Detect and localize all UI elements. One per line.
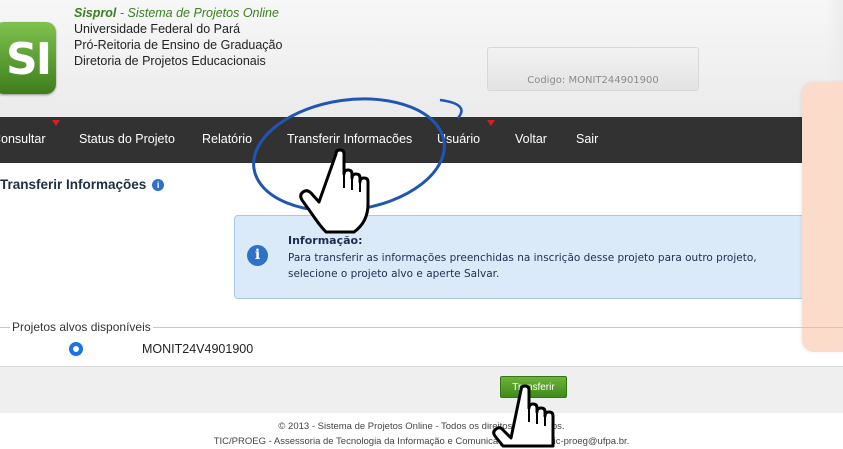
university-name: Universidade Federal do Pará bbox=[74, 22, 241, 36]
project-option-label[interactable]: MONIT24V4901900 bbox=[142, 342, 253, 356]
department-name: Pró-Reitoria de Ensino de Graduação bbox=[74, 38, 283, 52]
header: SI Sisprol - Sistema de Projetos Online … bbox=[0, 0, 843, 117]
side-panel bbox=[802, 82, 843, 352]
info-message-box: i Informação: Para transferir as informa… bbox=[234, 215, 814, 299]
app-logo: SI bbox=[0, 22, 56, 94]
nav-status-projeto[interactable]: Status do Projeto bbox=[79, 132, 175, 146]
main-nav: Consultar Status do Projeto Relatório Tr… bbox=[0, 117, 843, 163]
usuario-menu-caret-icon bbox=[487, 120, 495, 126]
info-icon[interactable]: i bbox=[152, 179, 165, 191]
target-projects-fieldset: Projetos alvos disponíveis MONIT24V49019… bbox=[0, 320, 843, 364]
info-message: Para transferir as informações preenchid… bbox=[288, 252, 757, 280]
page-title: Transferir Informações i bbox=[0, 177, 165, 192]
project-code: Codigo: MONIT244901900 bbox=[527, 75, 659, 86]
project-code-box: Codigo: MONIT244901900 bbox=[487, 47, 699, 91]
nav-transferir-informacoes[interactable]: Transferir Informacões bbox=[287, 132, 412, 146]
action-bar bbox=[0, 367, 843, 413]
nav-voltar[interactable]: Voltar bbox=[515, 132, 547, 146]
nav-sair[interactable]: Sair bbox=[576, 132, 598, 146]
footer-copyright: © 2013 - Sistema de Projetos Online - To… bbox=[278, 421, 565, 432]
nav-consultar[interactable]: Consultar bbox=[0, 132, 46, 146]
nav-usuario[interactable]: Usuário bbox=[437, 132, 480, 146]
footer-contact: TIC/PROEG - Assessoria de Tecnologia da … bbox=[213, 436, 630, 447]
consultar-menu-caret-icon bbox=[52, 120, 60, 126]
info-title: Informação: bbox=[288, 234, 363, 247]
fieldset-legend: Projetos alvos disponíveis bbox=[10, 320, 153, 334]
directorate-name: Diretoria de Projetos Educacionais bbox=[74, 54, 266, 68]
nav-relatorio[interactable]: Relatório bbox=[202, 132, 252, 146]
transfer-button[interactable]: Transferir bbox=[500, 376, 567, 398]
project-radio[interactable] bbox=[69, 342, 83, 356]
system-title: Sisprol - Sistema de Projetos Online bbox=[74, 6, 279, 20]
page-title-text: Transferir Informações bbox=[0, 177, 147, 192]
info-circle-icon: i bbox=[247, 245, 268, 266]
header-text: Sisprol - Sistema de Projetos Online Uni… bbox=[74, 5, 282, 69]
